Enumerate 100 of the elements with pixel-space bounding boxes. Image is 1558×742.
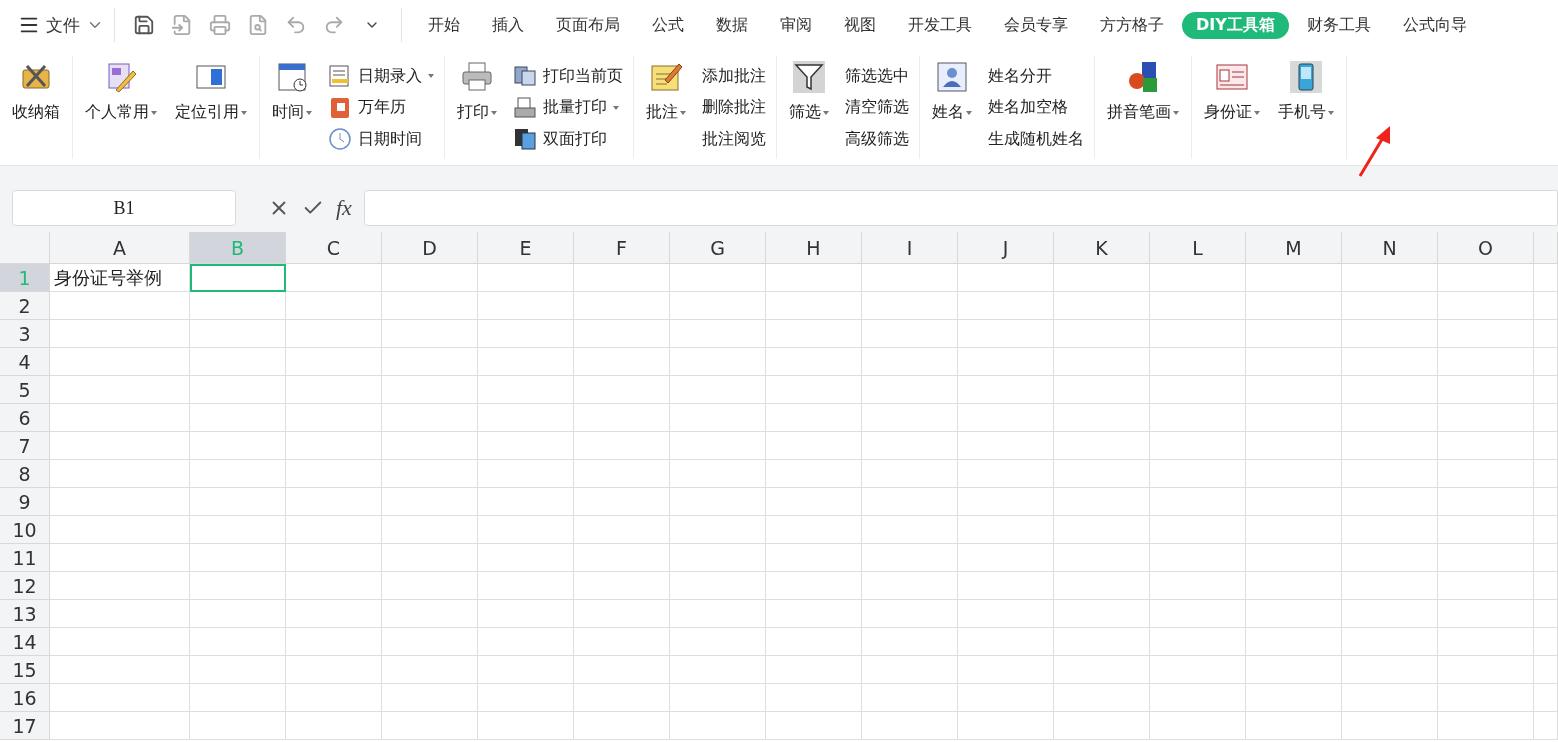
- ribbon-tab[interactable]: 数据: [702, 11, 762, 39]
- row-header[interactable]: 15: [0, 656, 50, 684]
- row-header[interactable]: 11: [0, 544, 50, 572]
- ribbon-button[interactable]: 定位引用: [169, 56, 253, 159]
- table-cell: [1534, 404, 1558, 432]
- column-header[interactable]: H: [766, 232, 862, 264]
- ribbon-button[interactable]: 批注: [640, 56, 692, 159]
- ribbon-tab[interactable]: 视图: [830, 11, 890, 39]
- name-box[interactable]: B1: [12, 190, 236, 226]
- calendar-icon: [275, 60, 309, 94]
- ribbon-button[interactable]: 姓名加空格: [988, 93, 1084, 122]
- caret-icon: [151, 110, 157, 115]
- caret-icon: [306, 110, 312, 115]
- row-header[interactable]: 16: [0, 684, 50, 712]
- ribbon-button[interactable]: 拼音笔画: [1101, 56, 1185, 159]
- ribbon-tab[interactable]: 插入: [478, 11, 538, 39]
- row-header[interactable]: 2: [0, 292, 50, 320]
- row-header[interactable]: 6: [0, 404, 50, 432]
- table-cell: 身份证号举例: [50, 264, 190, 292]
- ribbon-button[interactable]: 姓名分开: [988, 62, 1084, 90]
- column-header[interactable]: G: [670, 232, 766, 264]
- column-header[interactable]: I: [862, 232, 958, 264]
- column-header[interactable]: M: [1246, 232, 1342, 264]
- column-header[interactable]: E: [478, 232, 574, 264]
- copy-icon: [513, 127, 537, 151]
- clock-icon: [328, 127, 352, 151]
- caret-icon: [1328, 110, 1334, 115]
- ribbon-button[interactable]: 姓名: [926, 56, 978, 159]
- printer-icon: [460, 60, 494, 94]
- ribbon-button[interactable]: 批注阅览: [702, 125, 766, 153]
- ribbon-button[interactable]: 双面打印: [513, 125, 623, 153]
- function-button[interactable]: fx: [336, 195, 352, 221]
- table-cell: [1534, 544, 1558, 572]
- row-header[interactable]: 13: [0, 600, 50, 628]
- ribbon-tab[interactable]: 开始: [414, 11, 474, 39]
- ribbon-button[interactable]: 时间: [266, 56, 318, 159]
- row-header[interactable]: 17: [0, 712, 50, 740]
- caret-icon: [613, 105, 619, 110]
- column-header[interactable]: L: [1150, 232, 1246, 264]
- table-cell: [1534, 656, 1558, 684]
- ribbon-button[interactable]: 筛选选中: [845, 62, 909, 90]
- person-card-icon: [935, 60, 969, 94]
- caret-icon: [680, 110, 686, 115]
- mobile-phone-icon: [1289, 60, 1323, 94]
- table-cell: [1534, 320, 1558, 348]
- file-menu[interactable]: 文件: [18, 13, 104, 37]
- row-header[interactable]: 12: [0, 572, 50, 600]
- ribbon-button[interactable]: 身份证: [1198, 56, 1266, 159]
- ribbon-button[interactable]: 高级筛选: [845, 125, 909, 153]
- ribbon-button[interactable]: 生成随机姓名: [988, 125, 1084, 153]
- column-header[interactable]: O: [1438, 232, 1534, 264]
- caret-icon: [428, 74, 434, 78]
- column-header[interactable]: F: [574, 232, 670, 264]
- column-header[interactable]: K: [1054, 232, 1150, 264]
- ribbon-tab[interactable]: 页面布局: [542, 11, 634, 39]
- ribbon-button[interactable]: 清空筛选: [845, 93, 909, 122]
- ribbon-button[interactable]: 收纳箱: [6, 56, 66, 159]
- table-cell: [1534, 572, 1558, 600]
- ribbon-button[interactable]: 筛选: [783, 56, 835, 159]
- ribbon-button[interactable]: 万年历: [328, 93, 434, 122]
- table-cell: [1534, 488, 1558, 516]
- table-cell: [1534, 684, 1558, 712]
- column-header[interactable]: J: [958, 232, 1054, 264]
- select-all-button[interactable]: [0, 232, 50, 264]
- ribbon-tab[interactable]: 会员专享: [990, 11, 1082, 39]
- ribbon-button[interactable]: 日期时间: [328, 125, 434, 153]
- caret-icon: [241, 110, 247, 115]
- row-header[interactable]: 7: [0, 432, 50, 460]
- column-header[interactable]: N: [1342, 232, 1438, 264]
- ribbon-tab[interactable]: 方方格子: [1086, 11, 1178, 39]
- row-header[interactable]: 14: [0, 628, 50, 656]
- ribbon-tab[interactable]: 开发工具: [894, 11, 986, 39]
- ribbon-tab[interactable]: 公式: [638, 11, 698, 39]
- formula-input[interactable]: [363, 190, 1558, 226]
- ribbon-tab[interactable]: 公式向导: [1388, 11, 1481, 39]
- table-cell: [1534, 264, 1558, 292]
- row-header[interactable]: 4: [0, 348, 50, 376]
- ribbon-button[interactable]: 批量打印: [513, 93, 623, 122]
- row-header[interactable]: 10: [0, 516, 50, 544]
- document-printer-icon: [513, 95, 537, 120]
- ribbon-button[interactable]: 打印当前页: [513, 62, 623, 90]
- ribbon-button[interactable]: 个人常用: [79, 56, 163, 159]
- table-cell: [1534, 712, 1558, 740]
- column-header[interactable]: D: [382, 232, 478, 264]
- column-header[interactable]: A: [50, 232, 190, 264]
- column-header[interactable]: C: [286, 232, 382, 264]
- ribbon-tab[interactable]: 审阅: [766, 11, 826, 39]
- table-cell: [1534, 348, 1558, 376]
- row-header[interactable]: 9: [0, 488, 50, 516]
- ribbon-button[interactable]: 日期录入: [328, 62, 434, 90]
- ribbon-button[interactable]: 打印: [451, 56, 503, 159]
- row-header[interactable]: 5: [0, 376, 50, 404]
- column-header[interactable]: [1534, 232, 1558, 264]
- ribbon-tab[interactable]: 财务工具: [1292, 11, 1385, 39]
- caret-icon: [966, 110, 972, 115]
- row-header[interactable]: 3: [0, 320, 50, 348]
- ribbon-button[interactable]: 删除批注: [702, 93, 766, 122]
- ribbon-button[interactable]: 手机号: [1272, 56, 1340, 159]
- ribbon-button[interactable]: 添加批注: [702, 62, 766, 90]
- row-header[interactable]: 8: [0, 460, 50, 488]
